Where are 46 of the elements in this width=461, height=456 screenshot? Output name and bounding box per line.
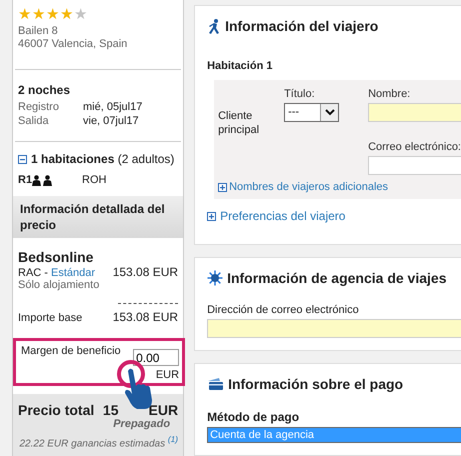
board-label: Sólo alojamiento <box>18 279 100 291</box>
address-line: Bailen 8 <box>18 25 59 38</box>
payment-method-select[interactable]: Cuenta de la agencia <box>207 427 461 443</box>
card-title: Información sobre el pago <box>228 376 404 392</box>
rate-label: RAC - Estándar <box>18 267 96 279</box>
date-label: Salida <box>18 115 50 127</box>
rate-link[interactable]: Estándar <box>51 267 96 279</box>
guest-label: Cliente principal <box>218 109 260 138</box>
preferences-link[interactable]: Preferencias del viajero <box>220 209 346 223</box>
date-label: Registro <box>18 101 60 113</box>
base-label: Importe base <box>18 312 82 324</box>
additional-travelers-link[interactable]: Nombres de viajeros adicionales <box>229 181 388 193</box>
star-icon: ★ <box>18 7 31 22</box>
date-value: mié, 05jul17 <box>83 101 144 113</box>
earnings-note: 22.22 EUR ganancias estimadas $^{(1)}$ <box>18 434 178 450</box>
total-currency: EUR <box>148 402 178 418</box>
nights-label: 2 noches <box>18 83 72 97</box>
title-select[interactable]: --- <box>284 103 340 122</box>
room-heading: Habitación 1 <box>207 60 274 72</box>
card-title: Información del viajero <box>225 18 378 34</box>
star-icon: ★ <box>32 7 45 22</box>
name-label: Nombre: <box>368 88 412 100</box>
address-line: 46007 Valencia, Spain <box>18 38 128 51</box>
margin-label: Margen de beneficio <box>21 345 121 357</box>
star-icon: ★ <box>46 7 59 22</box>
payment-method-label: Método de pago <box>207 410 300 424</box>
star-icon: ★ <box>60 7 73 22</box>
margin-currency: EUR <box>154 369 180 381</box>
payment-status: Prepagado <box>112 418 170 430</box>
email-label: Correo electrónico: <box>368 141 461 153</box>
rate-price: 153.08 EUR <box>112 265 178 279</box>
room-code: ROH <box>82 174 108 186</box>
title-label: Título: <box>284 88 316 100</box>
total-label: Precio total <box>18 402 94 418</box>
agency-email-label: Dirección de correo electrónico <box>207 304 360 316</box>
card-title: Información de agencia de viajes <box>227 270 446 286</box>
rooms-summary[interactable]: 1 habitaciones (2 adultos) <box>31 152 174 166</box>
total-amount: 15 <box>102 402 118 418</box>
margin-input[interactable]: 0.00 <box>133 349 180 366</box>
date-value: vie, 07jul17 <box>83 115 140 127</box>
supplier-name: Bedsonline <box>18 249 94 265</box>
footnote-link[interactable]: (1) <box>168 434 178 444</box>
price-details-header: Información detallada del precio <box>13 196 184 238</box>
star-icon: ★ <box>74 7 87 22</box>
room-label: R1 <box>18 174 32 186</box>
base-price: 153.08 EUR <box>112 310 178 324</box>
